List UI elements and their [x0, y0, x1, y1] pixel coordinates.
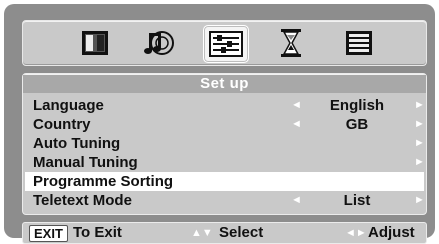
right-arrow-icon[interactable]: ► — [414, 191, 425, 210]
menu-title: Set up — [23, 75, 426, 93]
tab-picture[interactable] — [73, 25, 117, 61]
right-arrow-icon[interactable]: ► — [414, 153, 425, 172]
timer-icon — [281, 29, 301, 57]
menu-item-label: Teletext Mode — [33, 192, 132, 209]
right-arrow-icon[interactable]: ► — [414, 172, 425, 191]
left-right-arrows-icon: ◄► — [345, 227, 367, 239]
menu-item-label: Auto Tuning — [33, 135, 121, 152]
setup-icon — [209, 31, 243, 57]
menu-item-language[interactable]: Language ◄ English ► — [25, 96, 425, 115]
up-down-arrows-icon: ▲▼ — [191, 227, 213, 239]
exit-key-badge[interactable]: EXIT — [29, 225, 68, 242]
right-arrow-icon[interactable]: ► — [414, 115, 425, 134]
menu-item-country[interactable]: Country ◄ GB ► — [25, 115, 425, 134]
menu-item-programme-sorting[interactable]: Programme Sorting ► — [25, 172, 425, 191]
menu-item-value: List — [343, 192, 371, 209]
right-arrow-icon[interactable]: ► — [414, 96, 425, 115]
left-arrow-icon[interactable]: ◄ — [291, 115, 302, 134]
menu-item-label: Manual Tuning — [33, 154, 138, 171]
picture-icon — [82, 31, 108, 55]
menu-item-teletext-mode[interactable]: Teletext Mode ◄ List ► — [25, 191, 425, 210]
osd-frame: Set up Language ◄ English ► Country ◄ GB… — [4, 4, 435, 244]
left-arrow-icon[interactable]: ◄ — [291, 191, 302, 210]
tab-sound[interactable] — [137, 25, 181, 61]
menu-item-manual-tuning[interactable]: Manual Tuning ► — [25, 153, 425, 172]
menu-item-label: Programme Sorting — [33, 173, 174, 190]
menu-item-value: English — [329, 97, 385, 114]
left-arrow-icon[interactable]: ◄ — [291, 96, 302, 115]
menu-item-label: Country — [33, 116, 91, 133]
help-footer: EXIT To Exit ▲▼ Select ◄► Adjust — [22, 222, 427, 244]
setup-menu-panel: Set up Language ◄ English ► Country ◄ GB… — [22, 73, 427, 215]
menu-item-auto-tuning[interactable]: Auto Tuning ► — [25, 134, 425, 153]
sound-icon — [144, 31, 174, 55]
select-hint-label: Select — [219, 224, 264, 241]
tab-teletext[interactable] — [337, 25, 381, 61]
exit-hint-label: To Exit — [73, 224, 122, 241]
menu-item-label: Language — [33, 97, 104, 114]
right-arrow-icon[interactable]: ► — [414, 134, 425, 153]
teletext-icon — [346, 31, 372, 55]
adjust-hint-label: Adjust — [368, 224, 415, 241]
tab-setup[interactable] — [203, 25, 249, 63]
menu-item-value: GB — [345, 116, 369, 133]
tab-timer[interactable] — [269, 25, 313, 61]
menu-tab-bar — [22, 20, 427, 66]
